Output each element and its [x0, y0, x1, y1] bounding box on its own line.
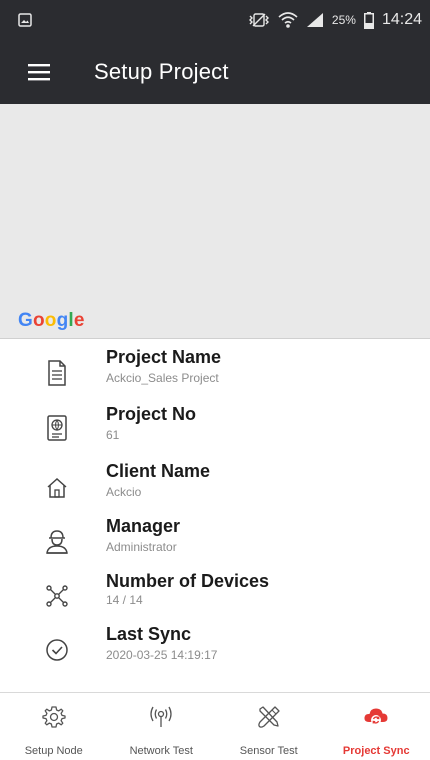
network-icon [46, 585, 68, 607]
number-of-devices-label: Number of Devices [106, 571, 270, 591]
project-no-icon [47, 415, 67, 441]
map-divider [0, 338, 430, 339]
project-no-item: Project No 61 [0, 401, 430, 457]
gear-icon [42, 706, 66, 728]
nav-project-sync-label: Project Sync [342, 745, 410, 757]
wifi-icon [278, 12, 298, 28]
vibrate-icon [248, 13, 269, 27]
nav-network-test-label: Network Test [129, 745, 193, 757]
map-view[interactable]: Google [0, 104, 430, 338]
manager-item: Manager Administrator [0, 513, 430, 569]
battery-icon [363, 11, 374, 29]
project-name-value: Ackcio_Sales Project [106, 371, 219, 385]
nav-setup-node-label: Setup Node [24, 745, 83, 757]
google-logo: Google [18, 310, 85, 331]
nav-sensor-test-label: Sensor Test [239, 745, 298, 757]
status-bar: 25% 14:24 [0, 0, 430, 40]
battery-percent: 25% [331, 13, 356, 27]
app-bar: Setup Project [0, 40, 430, 104]
check-circle-icon [46, 639, 68, 661]
nav-network-test[interactable]: Network Test [108, 693, 216, 760]
last-sync-value: 2020-03-25 14:19:17 [106, 648, 218, 662]
nav-project-sync[interactable]: Project Sync [323, 693, 430, 760]
bottom-nav: Setup Node Network Test Sensor Test Proj… [0, 693, 430, 760]
number-of-devices-value: 14 / 14 [106, 593, 143, 607]
client-name-value: Ackcio [106, 485, 142, 499]
client-name-item: Client Name Ackcio [0, 458, 430, 514]
project-name-item: Project Name Ackcio_Sales Project [0, 344, 430, 400]
nav-setup-node[interactable]: Setup Node [0, 693, 108, 760]
manager-value: Administrator [106, 540, 177, 554]
document-icon [48, 360, 66, 386]
menu-icon [28, 64, 50, 81]
client-name-label: Client Name [106, 461, 211, 481]
last-sync-item: Last Sync 2020-03-25 14:19:17 [0, 621, 430, 677]
menu-button[interactable] [8, 40, 70, 104]
project-no-label: Project No [106, 404, 197, 424]
signal-icon [306, 13, 323, 27]
gallery-notification-icon [18, 13, 32, 27]
manager-icon [46, 530, 68, 554]
project-no-value: 61 [106, 428, 120, 442]
project-name-label: Project Name [106, 347, 222, 367]
page-title: Setup Project [94, 59, 229, 84]
cloud-sync-icon [364, 708, 388, 725]
number-of-devices-item: Number of Devices 14 / 14 [0, 568, 430, 624]
nav-sensor-test[interactable]: Sensor Test [215, 693, 323, 760]
antenna-icon [150, 706, 172, 727]
home-icon [47, 477, 67, 498]
tools-icon [257, 706, 280, 728]
status-time: 14:24 [381, 11, 422, 28]
manager-label: Manager [106, 516, 181, 536]
last-sync-label: Last Sync [106, 624, 192, 644]
